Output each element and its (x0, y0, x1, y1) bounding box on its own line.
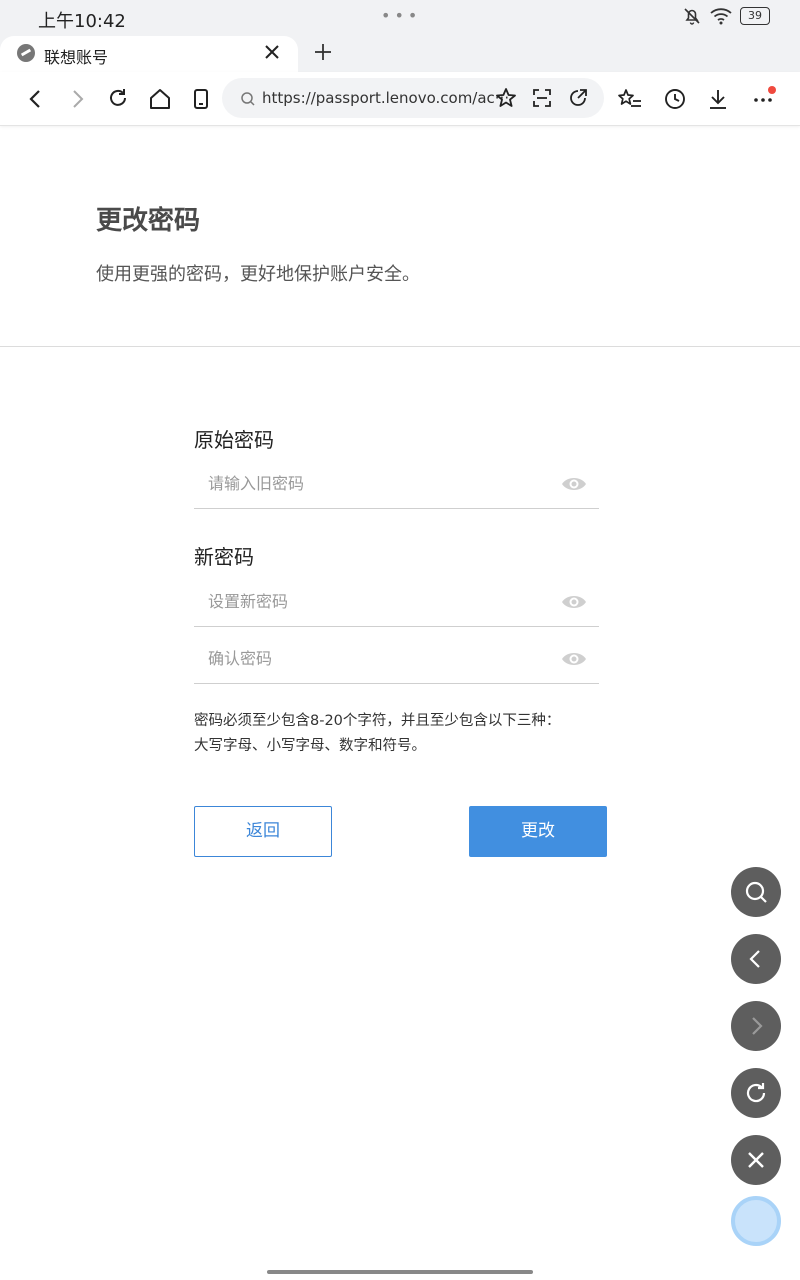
tab-lenovo-account[interactable]: 联想账号 (0, 36, 298, 72)
forward-icon (752, 1017, 763, 1035)
battery-indicator: 39 (740, 7, 770, 25)
favorites-list-icon[interactable] (617, 86, 643, 112)
history-clock-icon[interactable] (662, 86, 688, 112)
notification-dot-icon (768, 86, 776, 94)
floating-back-button[interactable] (731, 934, 781, 984)
wifi-icon (710, 8, 732, 25)
change-password-button[interactable]: 更改 (469, 806, 607, 857)
floating-close-button[interactable] (731, 1135, 781, 1185)
tab-strip: 联想账号 (0, 36, 800, 72)
status-bar: 上午10:42 ••• 39 (0, 0, 800, 36)
hint-line-2: 大写字母、小写字母、数字和符号。 (194, 738, 426, 754)
refresh-icon (746, 1083, 766, 1103)
home-icon[interactable] (147, 86, 173, 112)
search-icon (241, 92, 255, 106)
status-icons: 39 (682, 6, 770, 26)
device-icon[interactable] (188, 86, 214, 112)
lenovo-favicon-icon (17, 44, 35, 62)
old-password-input[interactable] (208, 469, 538, 497)
floating-forward-button[interactable] (731, 1001, 781, 1051)
share-icon[interactable] (566, 86, 590, 110)
home-indicator[interactable] (267, 1270, 533, 1274)
new-password-label: 新密码 (194, 545, 254, 569)
search-icon (745, 881, 767, 903)
assistant-bubble-icon[interactable] (731, 1196, 781, 1246)
password-requirements-hint: 密码必须至少包含8-20个字符，并且至少包含以下三种： 大写字母、小写字母、数字… (194, 709, 614, 759)
address-bar[interactable]: https://passport.lenovo.com/ac··· (222, 78, 604, 118)
header-divider (0, 346, 800, 347)
floating-refresh-button[interactable] (731, 1068, 781, 1118)
back-icon[interactable] (23, 86, 49, 112)
show-password-eye-icon[interactable] (561, 591, 587, 613)
page-subtitle: 使用更强的密码，更好地保护账户安全。 (96, 264, 420, 285)
multitask-dots[interactable]: ••• (381, 6, 421, 25)
show-password-eye-icon[interactable] (561, 473, 587, 495)
old-password-field (194, 459, 599, 509)
back-button[interactable]: 返回 (194, 806, 332, 857)
browser-toolbar: https://passport.lenovo.com/ac··· (0, 72, 800, 126)
new-password-field (194, 577, 599, 627)
bookmark-star-icon[interactable] (494, 86, 518, 110)
scan-icon[interactable] (530, 86, 554, 110)
back-icon (749, 950, 760, 968)
new-password-input[interactable] (208, 587, 538, 615)
more-menu-icon[interactable] (750, 86, 776, 112)
close-icon (748, 1152, 764, 1168)
mute-bell-icon (684, 8, 700, 25)
forward-icon[interactable] (64, 86, 90, 112)
close-tab-icon[interactable] (262, 42, 282, 62)
reload-icon[interactable] (105, 86, 131, 112)
old-password-label: 原始密码 (194, 428, 274, 452)
download-icon[interactable] (705, 86, 731, 112)
url-text: https://passport.lenovo.com/ac··· (262, 89, 510, 107)
status-time: 上午10:42 (38, 11, 126, 32)
page-title: 更改密码 (96, 206, 201, 236)
hint-line-1: 密码必须至少包含8-20个字符，并且至少包含以下三种： (194, 713, 561, 729)
confirm-password-field (194, 634, 599, 684)
tab-title: 联想账号 (44, 48, 109, 67)
show-password-eye-icon[interactable] (561, 648, 587, 670)
new-tab-plus-icon[interactable] (312, 41, 334, 63)
confirm-password-input[interactable] (208, 644, 538, 672)
floating-search-button[interactable] (731, 867, 781, 917)
